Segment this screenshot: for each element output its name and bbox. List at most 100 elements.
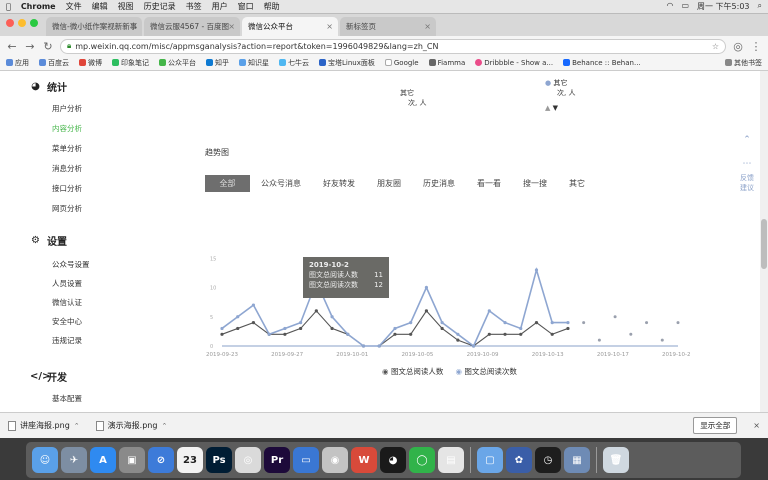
browser-tab[interactable]: 新标签页 × [340,17,436,36]
bookmark-item[interactable]: Dribbble - Show a... [475,59,553,67]
trend-chart[interactable]: 15 10 5 0 2019-09-23 2019-09-27 2019-10-01 2019… [190,221,690,381]
sidebar-item-web-analysis[interactable]: 网页分析 [52,203,82,214]
dock-app-docs[interactable]: ▤ [438,447,464,473]
bookmark-item[interactable]: 应用 [6,58,29,68]
sidebar-item-account-settings[interactable]: 公众号设置 [52,259,90,270]
menu-edit[interactable]: 编辑 [92,1,108,12]
sidebar-item-security[interactable]: 安全中心 [52,316,82,327]
filter-friend-forward[interactable]: 好友转发 [312,175,366,192]
sidebar-item-basic-config[interactable]: 基本配置 [52,393,82,404]
close-tab-icon[interactable]: × [424,22,431,31]
filter-search[interactable]: 搜一搜 [512,175,558,192]
filter-all[interactable]: 全部 [205,175,250,192]
zoom-window-button[interactable] [30,19,38,27]
pager-up-icon[interactable]: ▲ [545,104,550,112]
other-bookmarks[interactable]: 其他书签 [725,58,762,68]
show-all-downloads-button[interactable]: 显示全部 [693,417,738,434]
dock-app-wps[interactable]: W [351,447,377,473]
sidebar-item-api-analysis[interactable]: 接口分析 [52,183,82,194]
forward-icon[interactable]: → [24,40,36,53]
menu-view[interactable]: 视图 [118,1,134,12]
filter-moments[interactable]: 朋友圈 [366,175,412,192]
legend-item[interactable]: ◉ 图文总阅读人数 [382,366,443,377]
close-download-bar-icon[interactable]: × [753,421,760,430]
dock-app-clock[interactable]: ◷ [535,447,561,473]
page-scrollbar[interactable] [760,71,768,412]
bookmark-item[interactable]: 印象笔记 [112,58,149,68]
wifi-icon[interactable]: ◠ [666,1,673,12]
sidebar-item-content-analysis[interactable]: 内容分析 [52,123,82,134]
bookmark-item[interactable]: 知乎 [206,58,229,68]
download-item[interactable]: 演示海报.png ⌃ [95,420,167,431]
filter-top-stories[interactable]: 看一看 [466,175,512,192]
bookmark-item[interactable]: Google [384,59,419,67]
dock-app-calendar[interactable]: 23 [177,447,203,473]
bookmark-item[interactable]: Fiamma [428,59,465,67]
dock-app-photoshop[interactable]: Ps [206,447,232,473]
browser-tab[interactable]: 微信云服4567 - 百度图 × [144,17,240,36]
dock-app-premiere[interactable]: Pr [264,447,290,473]
download-item[interactable]: 讲座海报.png ⌃ [8,420,80,431]
sidebar-item-message-analysis[interactable]: 消息分析 [52,163,82,174]
filter-account-message[interactable]: 公众号消息 [250,175,312,192]
menu-icon[interactable]: ⋮ [750,40,762,53]
sidebar-item-menu-analysis[interactable]: 菜单分析 [52,143,82,154]
menubar-app-name[interactable]: Chrome [21,2,56,11]
scrollbar-thumb[interactable] [761,219,767,269]
menubar-clock[interactable]: 周一 下午5:03 [697,1,750,12]
filter-other[interactable]: 其它 [558,175,596,192]
dock-app-chrome[interactable]: ◎ [235,447,261,473]
close-tab-icon[interactable]: × [326,22,333,31]
dock-app-preview[interactable]: ▣ [119,447,145,473]
browser-tab[interactable]: 微信-微小纸作案视新新事 × [46,17,142,36]
browser-tab-active[interactable]: 微信公众平台 × [242,17,338,36]
dock-app-folder[interactable]: ▢ [477,447,503,473]
dock-app-grid[interactable]: ✿ [506,447,532,473]
dock-app-finder[interactable]: ☺ [32,447,58,473]
sidebar-item-user-analysis[interactable]: 用户分析 [52,103,82,114]
close-tab-icon[interactable]: × [130,22,137,31]
sidebar-item-verification[interactable]: 微信认证 [52,297,82,308]
bookmark-item[interactable]: Behance :: Behan... [563,59,641,67]
close-window-button[interactable] [6,19,14,27]
dock-app-keynote[interactable]: ▭ [293,447,319,473]
dock-app-qq[interactable]: ◕ [380,447,406,473]
menu-file[interactable]: 文件 [66,1,82,12]
reload-icon[interactable]: ↻ [42,40,54,53]
bookmark-item[interactable]: 七牛云 [279,58,309,68]
sidebar-item-violations[interactable]: 违规记录 [52,335,82,346]
close-tab-icon[interactable]: × [228,22,235,31]
dock-app-wechat[interactable]: ◯ [409,447,435,473]
chevron-up-icon[interactable]: ⌃ [74,422,80,430]
dock-app-gallery[interactable]: ▦ [564,447,590,473]
feedback-label[interactable]: 反馈 建议 [737,173,757,193]
address-bar[interactable]: 🔒︎ mp.weixin.qq.com/misc/appmsganalysis?… [60,38,726,54]
minimize-window-button[interactable] [18,19,26,27]
dock-app-trash[interactable]: 🗑︎ [603,447,629,473]
bookmark-item[interactable]: 知识星 [239,58,269,68]
dock-app-safari[interactable]: ⊘ [148,447,174,473]
sidebar-item-staff-settings[interactable]: 人员设置 [52,278,82,289]
dock-app-launchpad[interactable]: ✈ [61,447,87,473]
chevron-up-icon[interactable]: ⌃ [161,422,167,430]
menu-history[interactable]: 历史记录 [144,1,176,12]
dock-app-finder2[interactable]: ◉ [322,447,348,473]
bookmark-item[interactable]: 宝塔Linux面板 [319,58,375,68]
extension-icon[interactable]: ◎ [732,40,744,53]
feedback-icon[interactable]: ⋯ [737,159,757,169]
legend-item[interactable]: ◉ 图文总阅读次数 [455,366,516,377]
bookmark-item[interactable]: 微博 [79,58,102,68]
pager-down-icon[interactable]: ▼ [553,104,558,112]
menu-window[interactable]: 窗口 [238,1,254,12]
menu-user[interactable]: 用户 [212,1,228,12]
search-icon[interactable]: ⌕ [758,1,762,12]
apple-icon[interactable]:  [6,2,11,11]
bookmark-item[interactable]: 百度云 [39,58,69,68]
up-icon[interactable]: ⌃ [737,135,757,145]
dock-app-app-store[interactable]: A [90,447,116,473]
menu-bookmarks[interactable]: 书签 [186,1,202,12]
feedback-float[interactable]: ⌃ ⋯ 反馈 建议 [737,135,757,193]
back-icon[interactable]: ← [6,40,18,53]
menu-help[interactable]: 帮助 [264,1,280,12]
bookmark-star-icon[interactable]: ☆ [712,42,719,51]
